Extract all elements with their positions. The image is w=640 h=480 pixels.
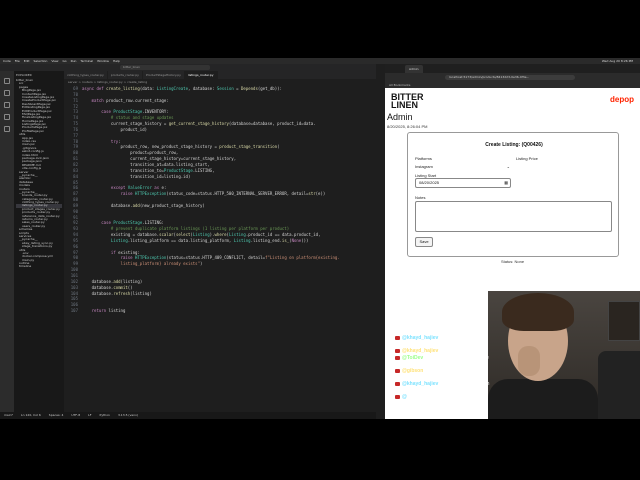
tab-product-stage-history[interactable]: ProductStageHistory.py: [143, 71, 185, 79]
chat-message: @gibson thanks for the follow bro anothe…: [395, 368, 490, 380]
explorer-panel: EXPLORER bitter_linen src pages BlogPage.j…: [14, 71, 64, 412]
status-text: Status: None: [500, 259, 525, 264]
page-title: Admin: [387, 112, 413, 122]
current-datetime: 8/20/2025, 8:26:04 PM: [387, 124, 428, 129]
breadcrumb[interactable]: server > routers > listings_router.py > …: [68, 80, 147, 84]
explorer-header: EXPLORER: [16, 73, 32, 77]
webcam-overlay: [488, 291, 640, 419]
address-bar[interactable]: localhost:5173/admin/products/8413d23-0e…: [445, 75, 575, 80]
chat-message: @khayd_hajiev I read it in 2025: [395, 348, 490, 354]
code-line[interactable]: 107 return listing: [64, 308, 376, 314]
menu-view[interactable]: View: [51, 59, 58, 63]
screen-frame: Code File Edit Selection View Go Run Ter…: [0, 58, 640, 419]
status-interpreter[interactable]: 3.13.5 (venv): [118, 412, 138, 419]
chat-text: the django33 is: [408, 394, 443, 400]
card-title: Create Listing: (Q00426): [485, 142, 543, 148]
code-text[interactable]: return listing: [82, 308, 376, 314]
status-encoding[interactable]: UTF-8: [71, 412, 80, 419]
vscode-window: bitter_linen EXPLORER bitter_linen src pa…: [0, 64, 376, 419]
menu-terminal[interactable]: Terminal: [80, 59, 93, 63]
chat-badge-icon: [395, 394, 400, 399]
platform-select-value: Instagram: [415, 164, 433, 169]
stream-chat-overlay: @khayd_hajiev Python Crash Course is a l…: [395, 335, 490, 419]
vscode-statusbar: main* Ln 120, Col 6 Spaces: 4 UTF-8 LF P…: [0, 412, 376, 419]
listing-start-value: 08/20/2025: [419, 180, 440, 185]
browser-tab-admin[interactable]: Admin: [405, 65, 423, 73]
chat-message: @ToiDev alright thank you man lemme chec…: [395, 355, 490, 367]
calendar-icon[interactable]: ▦: [504, 179, 508, 187]
notes-textarea[interactable]: [415, 201, 612, 232]
menu-selection[interactable]: Selection: [34, 59, 48, 63]
menu-file[interactable]: File: [15, 59, 20, 63]
platforms-label: Platforms: [415, 156, 432, 161]
status-indent[interactable]: Spaces: 4: [49, 412, 64, 419]
webcam-chair: [598, 351, 640, 419]
chat-message: @khayd_hajiev Python Crash Course is a l…: [395, 335, 490, 347]
search-icon[interactable]: [4, 90, 10, 96]
menu-window[interactable]: Window: [97, 59, 109, 63]
create-listing-card: Create Listing: (Q00426) Platforms Listi…: [407, 132, 619, 257]
chat-username: @khayd_hajiev: [402, 381, 439, 387]
explorer-icon[interactable]: [4, 78, 10, 84]
chat-message: @khayd_hajiev Have you interested in C++…: [395, 381, 490, 393]
webcam-shelf: [608, 301, 640, 341]
vscode-titlebar: bitter_linen: [0, 64, 376, 71]
depop-logo[interactable]: depop: [610, 95, 634, 104]
menu-go[interactable]: Go: [62, 59, 66, 63]
platform-select[interactable]: Instagram ⌄: [415, 163, 510, 170]
webcam-person-shirt: [488, 379, 598, 419]
chat-username: @khayd_hajiev: [402, 348, 439, 354]
menubar-clock: Wed Aug 20 8:26 PM: [601, 59, 633, 63]
logo-line-2: LINEN: [391, 100, 418, 110]
listing-start-date-input[interactable]: 08/20/2025 ▦: [415, 178, 511, 188]
extensions-icon[interactable]: [4, 126, 10, 132]
save-button[interactable]: Save: [415, 237, 433, 247]
browser-tabbar: Admin: [385, 64, 640, 73]
menu-code[interactable]: Code: [3, 59, 11, 63]
chat-badge-icon: [395, 381, 400, 386]
tab-products-router[interactable]: products_router.py: [108, 71, 143, 79]
chat-message: @ the django33 is: [395, 394, 490, 400]
status-eol[interactable]: LF: [88, 412, 91, 419]
menu-run[interactable]: Run: [71, 59, 77, 63]
menu-help[interactable]: Help: [113, 59, 120, 63]
chat-badge-icon: [395, 348, 400, 353]
run-debug-icon[interactable]: [4, 114, 10, 120]
status-cursor[interactable]: Ln 120, Col 6: [21, 412, 41, 419]
chevron-down-icon: ⌄: [506, 164, 510, 169]
listing-price-label: Listing Price: [516, 156, 538, 161]
chat-badge-icon: [395, 355, 400, 360]
code-editor[interactable]: clothing_types_router.py products_router…: [64, 71, 376, 412]
chat-badge-icon: [395, 368, 400, 373]
status-branch[interactable]: main*: [4, 412, 13, 419]
tab-listings-router[interactable]: listings_router.py: [184, 71, 218, 79]
chat-text: I read it in 2025: [439, 348, 475, 354]
activity-bar: [0, 71, 14, 412]
chat-username: @: [402, 394, 407, 400]
source-control-icon[interactable]: [4, 102, 10, 108]
menu-edit[interactable]: Edit: [24, 59, 30, 63]
file-tree-item[interactable]: timeline: [16, 265, 62, 268]
line-number: 107: [70, 308, 78, 314]
tab-clothing-types-router[interactable]: clothing_types_router.py: [64, 71, 108, 79]
bitter-linen-logo[interactable]: BITTER LINEN: [391, 93, 424, 110]
chat-badge-icon: [395, 335, 400, 340]
status-language[interactable]: Python: [100, 412, 110, 419]
browser-toolbar: localhost:5173/admin/products/8413d23-0e…: [385, 73, 640, 82]
command-center-search[interactable]: bitter_linen: [120, 65, 210, 70]
code-lines[interactable]: 69 async def create_listing(data: Listing…: [64, 86, 376, 314]
notes-label: Notes: [415, 195, 426, 200]
webcam-person-hand: [518, 346, 540, 376]
webcam-person-hair: [502, 293, 574, 331]
editor-tabs: clothing_types_router.py products_router…: [64, 71, 376, 79]
file-tree: src pages BlogPage.jsx ContactPage.jsx Creat…: [16, 82, 62, 268]
